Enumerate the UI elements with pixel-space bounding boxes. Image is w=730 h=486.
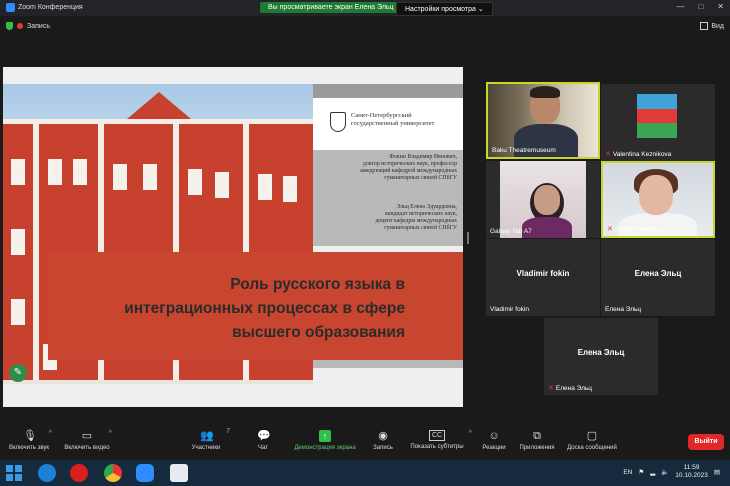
participant-name: Елена Эльц bbox=[605, 306, 642, 313]
windows-taskbar: EN ⚑ ▂ 🔈 11:59 10.10.2023 ▤ bbox=[0, 460, 730, 486]
record-dot-icon bbox=[17, 23, 23, 29]
author-2: Эльц Елена Эдуардовна, кандидат историче… bbox=[375, 204, 457, 231]
slide-title-box: Роль русского языка в интеграционных про… bbox=[48, 252, 463, 360]
view-button[interactable]: Вид bbox=[700, 22, 724, 30]
chevron-up-icon[interactable]: ^ bbox=[109, 430, 112, 437]
video-off-icon: ▭ bbox=[81, 430, 93, 442]
minimize-button[interactable]: — bbox=[676, 2, 684, 11]
language-indicator[interactable]: EN bbox=[623, 469, 632, 476]
view-label: Вид bbox=[711, 22, 724, 30]
participants-icon: 👥 bbox=[200, 430, 214, 442]
participant-tile[interactable]: Елена Эльц Елена Эльц bbox=[601, 239, 715, 316]
volume-icon[interactable]: 🔈 bbox=[661, 468, 669, 476]
record-icon: ◉ bbox=[378, 430, 388, 442]
muted-mic-icon: ✕ bbox=[605, 151, 611, 158]
edge-browser-icon[interactable] bbox=[38, 464, 56, 482]
chevron-up-icon[interactable]: ^ bbox=[469, 430, 472, 437]
maximize-button[interactable]: □ bbox=[698, 2, 703, 11]
reactions-icon: ☺ bbox=[488, 430, 500, 442]
recording-label: Запись bbox=[27, 22, 50, 30]
captions-icon: CC bbox=[429, 430, 445, 441]
zoom-app-icon[interactable] bbox=[136, 464, 154, 482]
whiteboard-button[interactable]: ▢ Доска сообщений bbox=[564, 430, 620, 451]
participant-tile[interactable]: ✕ Sevinj Mikailova bbox=[601, 161, 715, 238]
participant-display-name: Елена Эльц bbox=[577, 348, 625, 357]
participant-name: Galaxy Tab A7 bbox=[490, 228, 532, 235]
share-screen-button[interactable]: ↑ Демонстрация экрана bbox=[290, 430, 360, 451]
chat-icon: 💬 bbox=[257, 430, 271, 442]
participant-tile[interactable]: Galaxy Tab A7 bbox=[486, 161, 600, 238]
university-logo-area: Санкт-Петербургский государственный унив… bbox=[313, 98, 463, 150]
apps-button[interactable]: ⧉ Приложения bbox=[516, 430, 558, 451]
view-settings-button[interactable]: Настройки просмотра ⌄ bbox=[396, 2, 493, 16]
flag-icon[interactable]: ⚑ bbox=[638, 468, 644, 476]
meeting-toolbar: 🎙 Включить звук ^ ▭ Включить видео ^ 👥 У… bbox=[0, 426, 730, 460]
participant-tile[interactable]: ✕ Valentina Keznikova bbox=[601, 84, 715, 161]
viewing-banner: Вы просматриваете экран Елена Эльц bbox=[260, 2, 402, 13]
app-title-text: Zoom Конференция bbox=[18, 4, 83, 11]
participant-name: ✕ Sevinj Mikailova bbox=[607, 225, 662, 234]
start-video-button[interactable]: ▭ Включить видео ^ bbox=[62, 430, 112, 451]
split-divider-handle[interactable] bbox=[467, 232, 469, 244]
annotate-pencil-icon[interactable]: ✎ bbox=[9, 364, 27, 382]
leave-button[interactable]: Выйти bbox=[688, 434, 724, 450]
azerbaijan-flag-image bbox=[637, 94, 677, 138]
share-screen-icon: ↑ bbox=[319, 430, 331, 442]
record-button[interactable]: ◉ Запись bbox=[370, 430, 396, 451]
participants-count: 7 bbox=[226, 428, 230, 435]
participant-name: ✕ Valentina Keznikova bbox=[605, 150, 672, 159]
window-titlebar: Zoom Конференция Вы просматриваете экран… bbox=[0, 0, 730, 16]
shield-icon bbox=[6, 22, 13, 30]
recording-indicator[interactable]: Запись bbox=[6, 22, 50, 30]
participant-name: Baku Theatremuseum bbox=[492, 147, 556, 154]
close-button[interactable]: ✕ bbox=[717, 2, 724, 11]
system-tray: EN ⚑ ▂ 🔈 11:59 10.10.2023 ▤ bbox=[623, 464, 720, 480]
participant-name: Vladimir fokin bbox=[490, 306, 530, 313]
zoom-logo-icon bbox=[6, 3, 15, 12]
view-settings-label: Настройки просмотра bbox=[405, 6, 476, 13]
university-name: Санкт-Петербургский государственный унив… bbox=[351, 112, 435, 127]
muted-mic-icon: 🎙 bbox=[23, 430, 37, 442]
notifications-icon[interactable]: ▤ bbox=[714, 468, 720, 476]
slide-title-line-1: Роль русского языка в bbox=[230, 276, 405, 293]
apps-icon: ⧉ bbox=[533, 430, 541, 442]
window-controls: — □ ✕ bbox=[676, 2, 724, 11]
muted-mic-icon: ✕ bbox=[607, 226, 613, 233]
opera-browser-icon[interactable] bbox=[70, 464, 88, 482]
shared-screen-slide: Санкт-Петербургский государственный унив… bbox=[3, 67, 463, 407]
windows-start-icon[interactable] bbox=[6, 465, 22, 481]
slide-title-line-2: интеграционных процессах в сфере bbox=[124, 300, 405, 317]
meeting-topbar: Запись Вид bbox=[0, 16, 730, 38]
network-icon[interactable]: ▂ bbox=[650, 468, 655, 476]
app-title: Zoom Конференция bbox=[6, 3, 83, 12]
participant-display-name: Vladimir fokin bbox=[516, 269, 570, 278]
captions-button[interactable]: CC Показать субтитры ^ bbox=[406, 430, 472, 450]
chevron-up-icon[interactable]: ^ bbox=[49, 430, 52, 437]
university-crest-icon bbox=[330, 112, 346, 132]
participant-tile[interactable]: Baku Theatremuseum bbox=[486, 82, 600, 159]
muted-mic-icon: ✕ bbox=[548, 385, 554, 392]
participant-display-name: Елена Эльц bbox=[634, 269, 682, 278]
slide-authors: Фокин Владимир Ивнович, доктор историчес… bbox=[313, 150, 463, 246]
whiteboard-icon: ▢ bbox=[586, 430, 598, 442]
slide-title-line-3: высшего образования bbox=[232, 324, 405, 341]
author-1: Фокин Владимир Ивнович, доктор историчес… bbox=[359, 154, 457, 181]
participant-tile[interactable]: Vladimir fokin Vladimir fokin bbox=[486, 239, 600, 316]
participants-button[interactable]: 👥 Участники 7 bbox=[186, 428, 230, 451]
reactions-button[interactable]: ☺ Реакции bbox=[478, 430, 510, 451]
chat-button[interactable]: 💬 Чат bbox=[250, 430, 276, 451]
participant-tile[interactable]: Елена Эльц ✕ Елена Эльц bbox=[544, 318, 658, 395]
participant-name: ✕ Елена Эльц bbox=[548, 384, 592, 393]
unmute-button[interactable]: 🎙 Включить звук ^ bbox=[4, 430, 54, 451]
paint-app-icon[interactable] bbox=[170, 464, 188, 482]
chrome-browser-icon[interactable] bbox=[104, 464, 122, 482]
grid-icon bbox=[700, 22, 709, 30]
clock[interactable]: 11:59 10.10.2023 bbox=[675, 464, 708, 480]
